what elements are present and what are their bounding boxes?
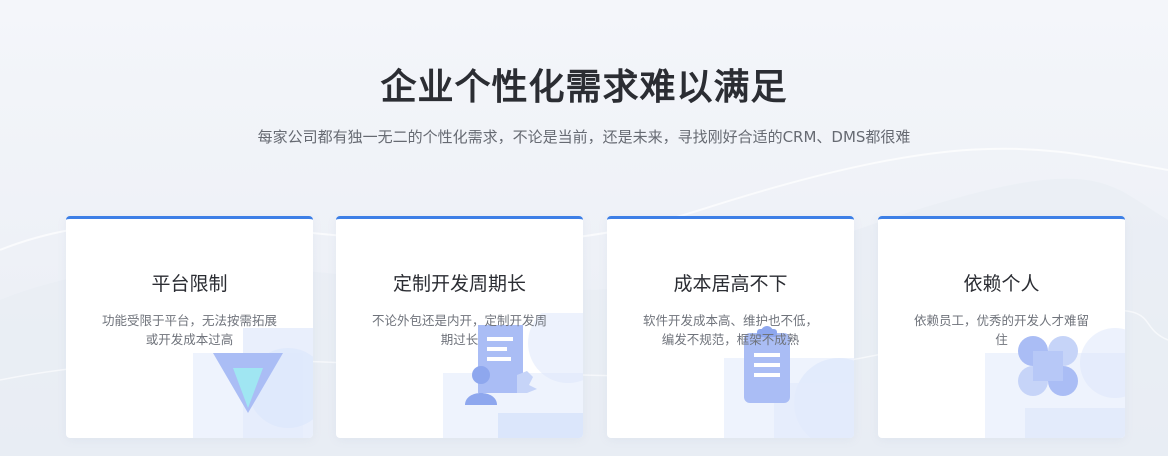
section-subtitle: 每家公司都有独一无二的个性化需求，不论是当前，还是未来，寻找刚好合适的CRM、D… [257,128,911,146]
card-description: 软件开发成本高、维护也不低，编发不规范，框架不成熟 [642,313,818,347]
card-description: 依赖员工，优秀的开发人才难留住 [913,313,1089,347]
card-title: 依赖个人 [963,273,1040,295]
card-description: 不论外包还是内开，定制开发周期过长 [371,313,547,347]
section-title: 企业个性化需求难以满足 [380,67,788,108]
card-title: 成本居高不下 [673,273,788,295]
card-long-dev-cycle: 定制开发周期长 不论外包还是内开，定制开发周期过长 [336,216,583,438]
card-platform-limit: 平台限制 功能受限于平台，无法按需拓展或开发成本过高 [66,216,313,438]
card-title: 定制开发周期长 [392,273,526,295]
card-rely-on-individuals: 依赖个人 依赖员工，优秀的开发人才难留住 [878,216,1125,438]
card-title: 平台限制 [151,273,228,295]
card-high-cost: 成本居高不下 软件开发成本高、维护也不低，编发不规范，框架不成熟 [607,216,854,438]
card-description: 功能受限于平台，无法按需拓展或开发成本过高 [101,313,277,347]
